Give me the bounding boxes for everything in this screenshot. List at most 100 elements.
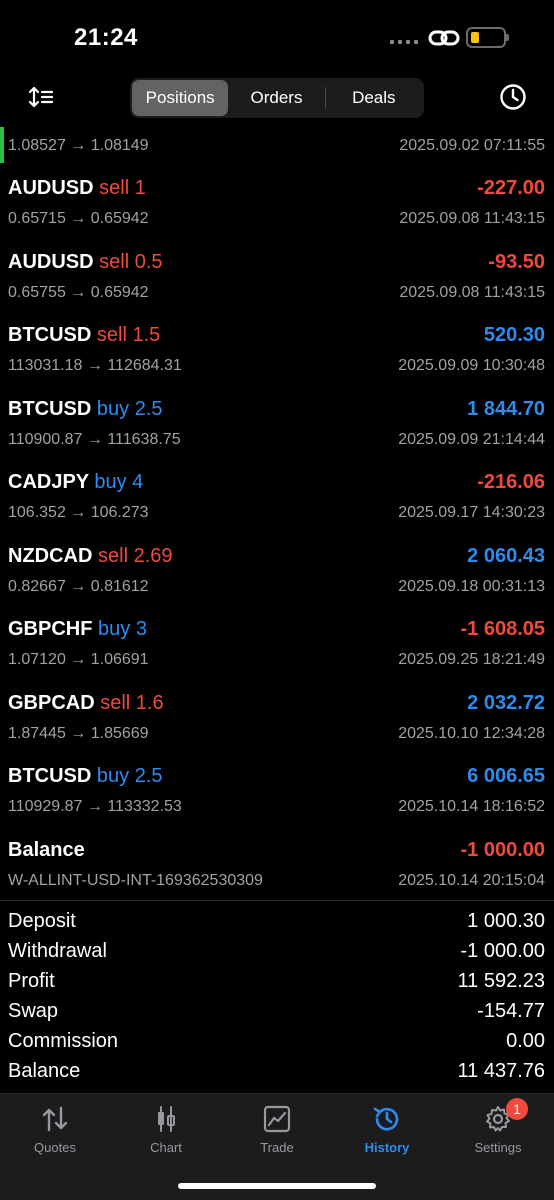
tabbar-item-chart[interactable]: Chart [116, 1104, 216, 1164]
summary-value: 11 437.76 [457, 1060, 546, 1082]
deal-datetime: 2025.09.09 10:30:48 [398, 357, 545, 374]
summary-value: -1 000.00 [460, 940, 545, 962]
deal-side: buy 2.5 [96, 397, 163, 420]
status-bar: 21:24 [0, 0, 554, 70]
tab-orders[interactable]: Orders [228, 80, 324, 116]
deal-symbol: BTCUSD buy 2.5 [8, 398, 163, 421]
deal-symbol: GBPCAD sell 1.6 [8, 692, 164, 715]
clock-icon[interactable] [499, 83, 527, 111]
deal-profit: 1 844.70 [467, 397, 545, 420]
deal-symbol: AUDUSD sell 1 [8, 177, 146, 200]
deal-symbol-text: AUDUSD [8, 250, 94, 273]
list-item[interactable]: BTCUSD buy 2.5 6 006.65 110929.87 → 113332… [0, 754, 554, 828]
deal-side: sell 0.5 [99, 250, 163, 273]
deal-datetime: 2025.09.17 14:30:23 [398, 504, 545, 521]
deal-side: sell 1.5 [96, 324, 161, 346]
tabbar-item-history[interactable]: History [337, 1104, 437, 1164]
deal-side: buy 2.5 [96, 765, 163, 787]
deal-symbol-text: GBPCHF [8, 618, 93, 640]
summary-row-profit: Profit 11 592.23 [0, 967, 554, 997]
deal-symbol-text: BTCUSD [8, 324, 92, 346]
deal-symbol: AUDUSD sell 0.5 [8, 251, 163, 274]
list-item[interactable]: CADJPY buy 4 -216.06 106.352 → 106.273 2025… [0, 460, 554, 534]
deal-symbol-text: AUDUSD [8, 177, 94, 199]
deal-symbol: NZDCAD sell 2.69 [8, 545, 173, 568]
deal-symbol-text: GBPCAD [8, 691, 95, 714]
deal-symbol: GBPCHF buy 3 [8, 618, 147, 641]
status-time: 21:24 [74, 24, 138, 51]
summary-row-deposit: Deposit 1 000.30 [0, 907, 554, 937]
deal-profit: -216.06 [477, 471, 545, 493]
tab-deals[interactable]: Deals [326, 80, 422, 116]
selection-marker [0, 127, 4, 163]
signal-icon [390, 40, 418, 44]
deal-side: sell 1 [99, 177, 146, 199]
notification-badge: 1 [506, 1098, 528, 1120]
deal-symbol: Balance [8, 839, 85, 862]
history-clock-icon [373, 1107, 399, 1131]
list-item[interactable]: AUDUSD sell 1 -227.00 0.65715 → 0.65942 202… [0, 166, 554, 240]
tabbar-label: Trade [260, 1140, 294, 1155]
deal-prices: 0.82667 → 0.81612 [8, 577, 149, 595]
deal-side: buy 3 [98, 618, 147, 640]
tabbar-label: Chart [150, 1140, 182, 1155]
summary-row-commission: Commission 0.00 [0, 1027, 554, 1057]
battery-icon [466, 27, 509, 48]
deal-prices: 110929.87 → 113332.53 [8, 798, 182, 815]
history-segmented-control: Positions Orders Deals [130, 78, 424, 118]
deal-profit: -1 608.05 [460, 618, 545, 640]
deal-symbol: BTCUSD sell 1.5 [8, 324, 160, 347]
deal-prices: 113031.18 → 112684.31 [8, 357, 182, 374]
deal-symbol: BTCUSD buy 2.5 [8, 765, 163, 788]
tabbar-label: Settings [474, 1140, 522, 1155]
summary-label: Commission [8, 1030, 119, 1052]
deal-profit: 2 032.72 [467, 691, 545, 714]
summary: Deposit 1 000.30 Withdrawal -1 000.00 Pr… [0, 907, 554, 1087]
deal-prices: W-ALLINT-USD-INT-169362530309 [8, 871, 263, 889]
list-item[interactable]: AUDUSD sell 0.5 -93.50 0.65755 → 0.65942 20… [0, 240, 554, 314]
deal-datetime: 2025.10.14 18:16:52 [398, 798, 545, 815]
deal-symbol-text: BTCUSD [8, 765, 92, 787]
list-item[interactable]: BTCUSD buy 2.5 1 844.70 110900.87 → 111638… [0, 387, 554, 461]
summary-row-withdrawal: Withdrawal -1 000.00 [0, 937, 554, 967]
summary-value: 1 000.30 [467, 910, 545, 932]
list-item[interactable]: GBPCAD sell 1.6 2 032.72 1.87445 → 1.85669… [0, 681, 554, 755]
summary-row-balance: Balance 11 437.76 [0, 1057, 554, 1087]
deal-symbol-text: Balance [8, 838, 85, 861]
tabbar-item-settings[interactable]: 1 Settings [448, 1098, 548, 1164]
deal-symbol-text: BTCUSD [8, 397, 92, 420]
summary-label: Profit [8, 970, 55, 992]
deal-profit: 6 006.65 [467, 765, 545, 787]
deal-profit: -227.00 [477, 177, 545, 199]
tabbar-label: Quotes [34, 1140, 76, 1155]
deal-prices: 1.08527 → 1.08149 [8, 137, 149, 154]
trade-chart-icon [263, 1105, 291, 1133]
list-item[interactable]: 1.08527 → 1.08149 2025.09.02 07:11:55 [0, 124, 554, 166]
summary-label: Balance [8, 1060, 81, 1082]
link-icon [428, 30, 460, 46]
deal-prices: 0.65715 → 0.65942 [8, 210, 149, 227]
tabbar-item-quotes[interactable]: Quotes [5, 1104, 105, 1164]
deal-datetime: 2025.10.14 20:15:04 [398, 871, 545, 889]
candlestick-icon [158, 1106, 175, 1132]
home-indicator [178, 1183, 376, 1189]
tabbar-label: History [364, 1140, 410, 1155]
deal-prices: 1.87445 → 1.85669 [8, 724, 149, 742]
list-item[interactable]: NZDCAD sell 2.69 2 060.43 0.82667 → 0.8161… [0, 534, 554, 608]
tab-positions[interactable]: Positions [132, 80, 229, 116]
deal-prices: 110900.87 → 111638.75 [8, 430, 181, 448]
list-item[interactable]: Balance -1 000.00 W-ALLINT-USD-INT-1693625… [0, 828, 554, 902]
deal-side: sell 1.6 [100, 691, 164, 714]
tabbar-item-trade[interactable]: Trade [227, 1104, 327, 1164]
sort-icon[interactable] [28, 85, 54, 109]
deal-profit: -1 000.00 [460, 838, 545, 861]
summary-label: Swap [8, 1000, 59, 1022]
deal-prices: 1.07120 → 1.06691 [8, 651, 149, 668]
deal-datetime: 2025.09.02 07:11:55 [399, 137, 545, 154]
deal-datetime: 2025.09.08 11:43:15 [399, 210, 545, 227]
summary-label: Withdrawal [8, 940, 107, 962]
list-item[interactable]: BTCUSD sell 1.5 520.30 113031.18 → 112684.… [0, 313, 554, 387]
list-item[interactable]: GBPCHF buy 3 -1 608.05 1.07120 → 1.06691 20… [0, 607, 554, 681]
summary-row-swap: Swap -154.77 [0, 997, 554, 1027]
deals-list: 1.08527 → 1.08149 2025.09.02 07:11:55 AU… [0, 124, 554, 901]
